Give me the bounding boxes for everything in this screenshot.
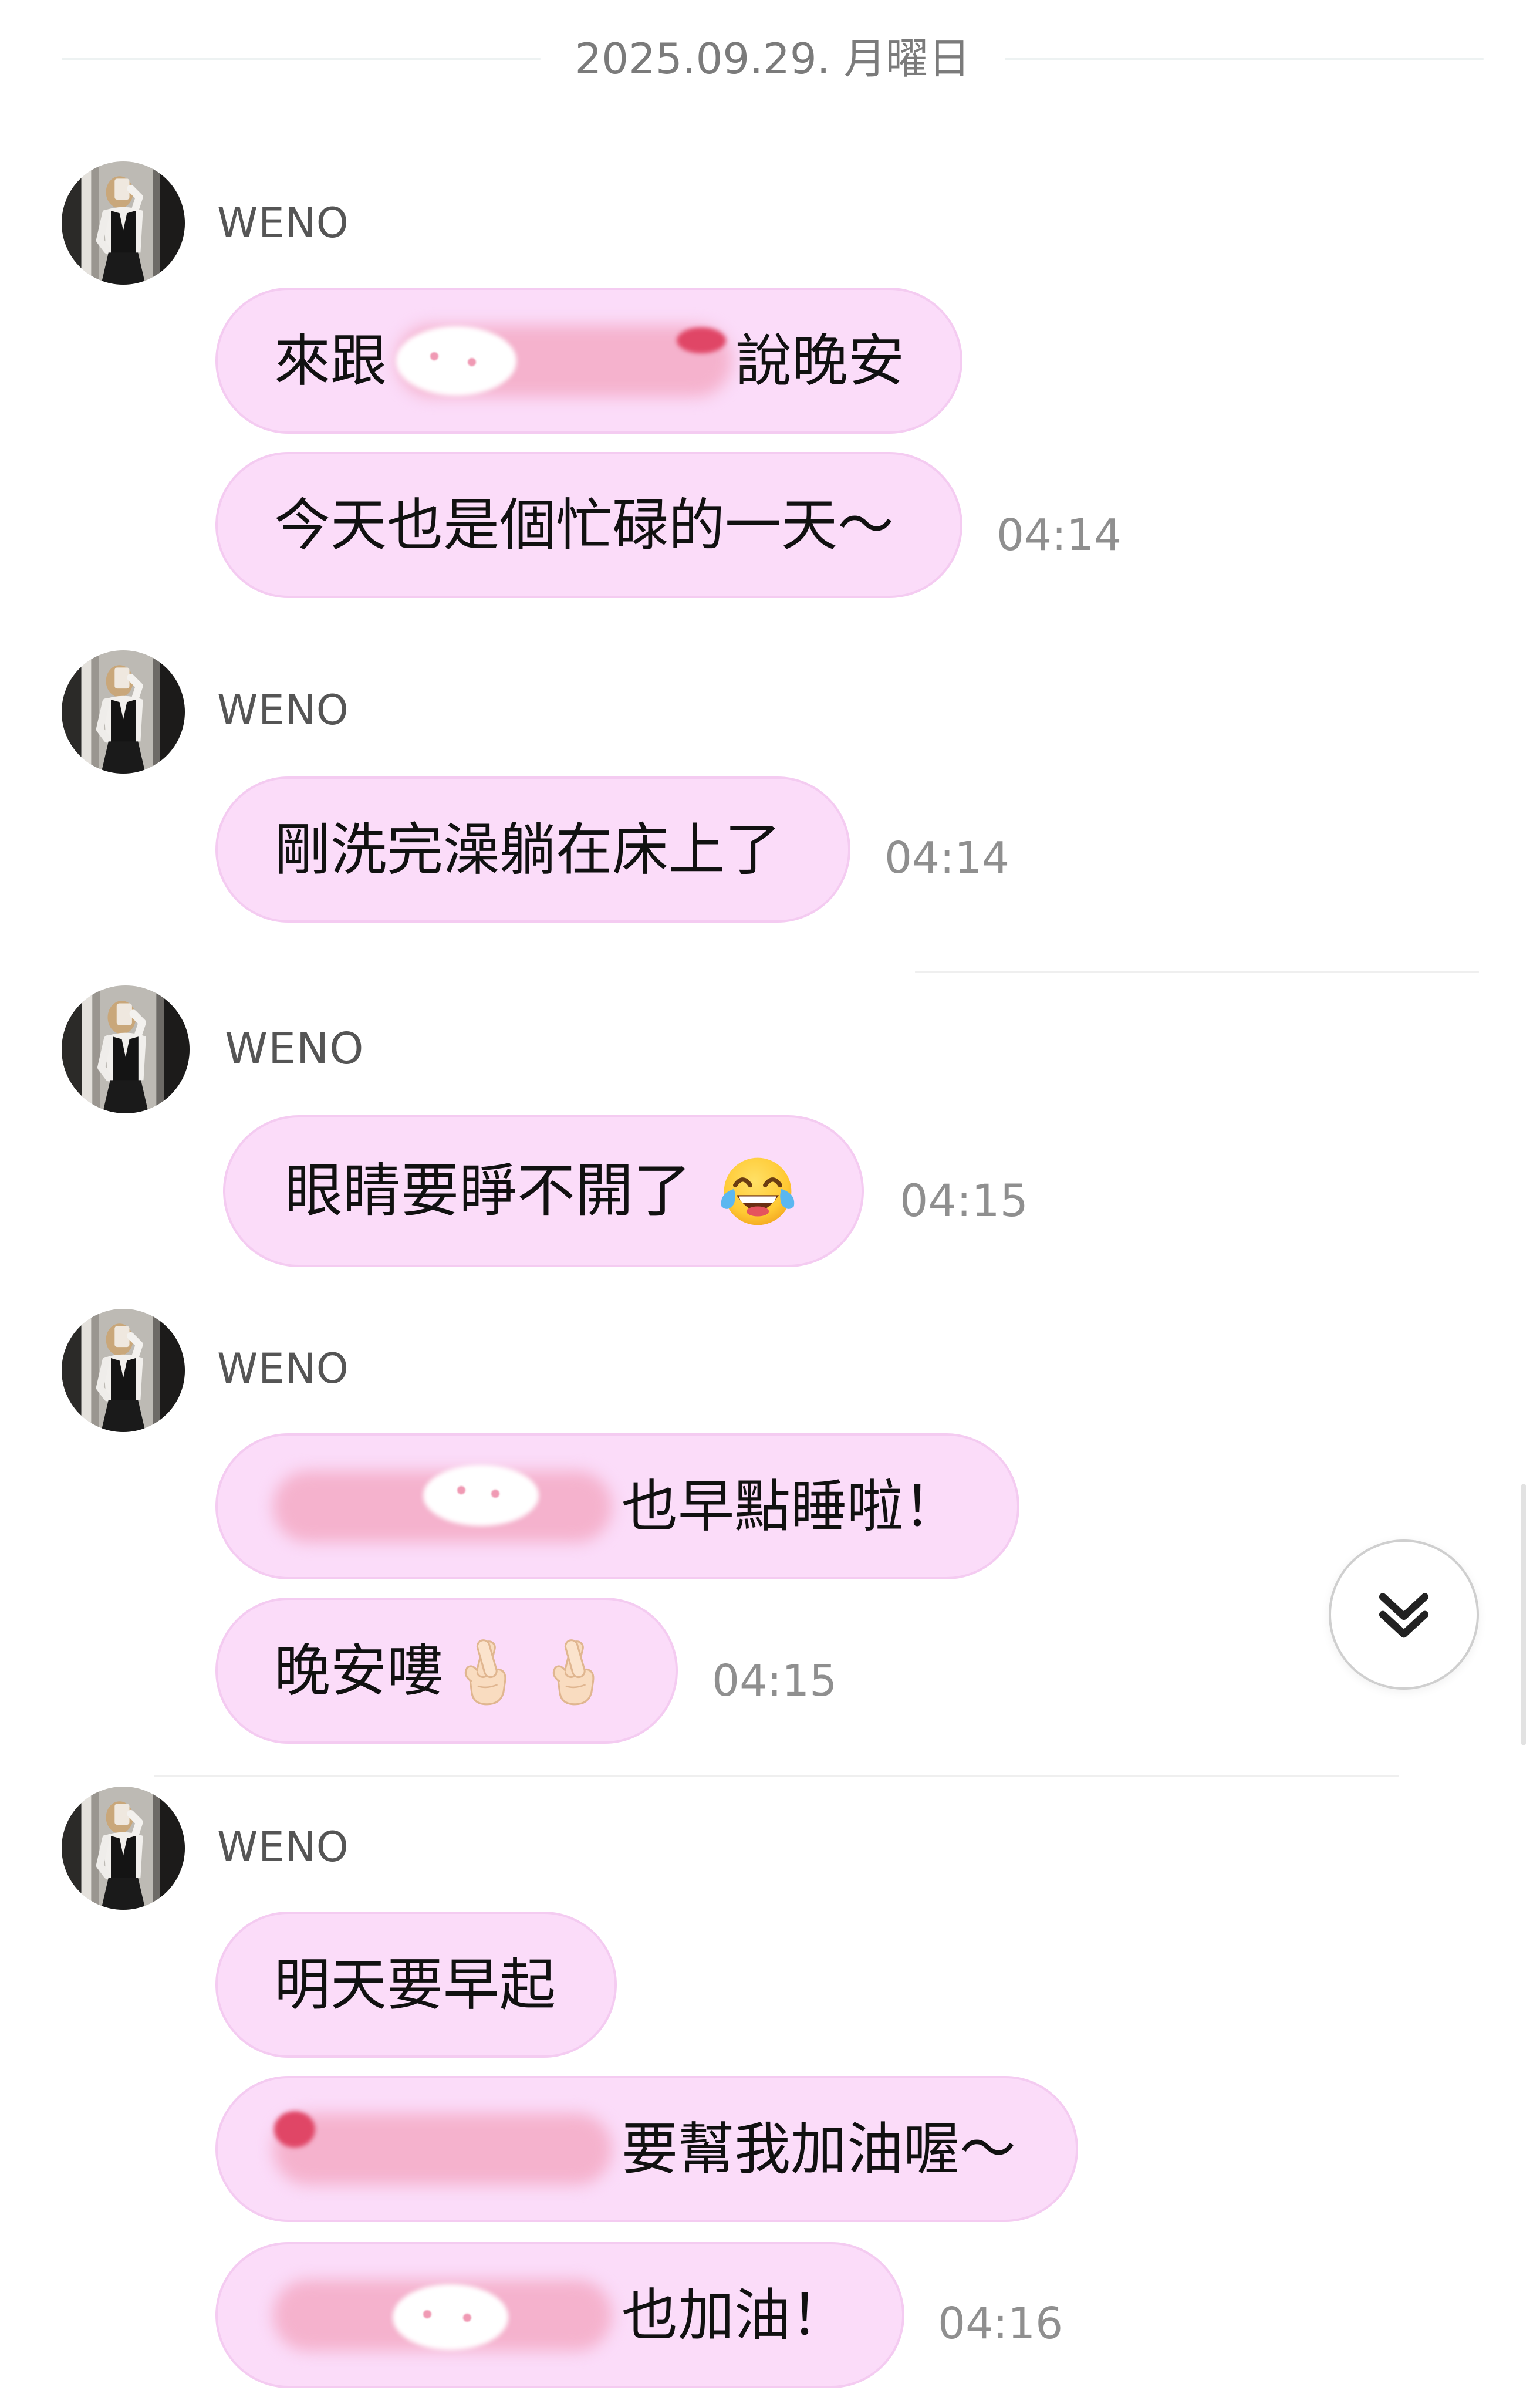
redacted-blur bbox=[393, 317, 735, 405]
message-text: 眼睛要睜不開了 bbox=[285, 1157, 691, 1225]
sticker-dot bbox=[423, 2310, 431, 2318]
divider-line bbox=[154, 1775, 1399, 1777]
sender-name: WENO bbox=[225, 1024, 364, 1074]
scroll-to-bottom-button[interactable] bbox=[1329, 1539, 1479, 1690]
timestamp: 04:16 bbox=[938, 2298, 1063, 2349]
crossed-fingers-icon bbox=[542, 1635, 608, 1707]
date-separator: 2025.09.29. 月曜日 bbox=[62, 36, 1484, 81]
message-text: 說晚安 bbox=[735, 327, 904, 394]
double-chevron-down-icon bbox=[1379, 1593, 1429, 1638]
avatar[interactable] bbox=[62, 1309, 185, 1432]
message-bubble[interactable]: 晚安嘍 bbox=[215, 1598, 678, 1744]
message-text: 要幫我加油喔～ bbox=[622, 2116, 1016, 2182]
face-with-tears-of-joy-icon bbox=[718, 1152, 798, 1231]
red-mark bbox=[274, 2111, 315, 2148]
message-bubble[interactable]: 也加油！ bbox=[215, 2242, 904, 2388]
message-bubble[interactable]: 也早點睡啦！ bbox=[215, 1433, 1019, 1579]
sticker-fragment bbox=[423, 1464, 539, 1526]
sender-name: WENO bbox=[217, 1823, 349, 1871]
message-text: 也早點睡啦！ bbox=[622, 1473, 960, 1539]
sticker-dot bbox=[468, 357, 476, 366]
message-bubble[interactable]: 明天要早起 bbox=[215, 1912, 617, 2058]
timestamp: 04:14 bbox=[997, 510, 1122, 561]
sticker-dot bbox=[463, 2313, 471, 2322]
date-label: 2025.09.29. 月曜日 bbox=[575, 34, 971, 83]
sender-name: WENO bbox=[217, 199, 349, 247]
message-text: 明天要早起 bbox=[274, 1951, 556, 2018]
blur-smear bbox=[273, 2113, 612, 2185]
sticker-dot bbox=[430, 352, 438, 360]
message-text: 今天也是個忙碌的一天～ bbox=[274, 492, 894, 558]
sticker-dot bbox=[457, 1485, 465, 1494]
timestamp: 04:15 bbox=[712, 1656, 837, 1706]
divider-line bbox=[62, 57, 541, 60]
timestamp: 04:14 bbox=[884, 833, 1010, 883]
message-bubble[interactable]: 剛洗完澡躺在床上了 bbox=[215, 776, 850, 923]
sticker-fragment bbox=[396, 326, 516, 396]
message-text: 也加油！ bbox=[622, 2282, 847, 2348]
red-mark bbox=[677, 327, 726, 353]
message-bubble[interactable]: 今天也是個忙碌的一天～ bbox=[215, 452, 962, 598]
chat-view: 2025.09.29. 月曜日 WENO 來跟 說晚安 今天也是個忙碌的一天～ … bbox=[0, 0, 1540, 2404]
sender-name: WENO bbox=[217, 1345, 349, 1393]
sender-name: WENO bbox=[217, 686, 349, 734]
redacted-blur bbox=[269, 2105, 616, 2193]
message-text: 剛洗完澡躺在床上了 bbox=[274, 816, 781, 883]
message-bubble[interactable]: 來跟 說晚安 bbox=[215, 288, 962, 434]
avatar[interactable] bbox=[62, 650, 185, 774]
message-text: 晚安嘍 bbox=[274, 1637, 443, 1704]
divider-line bbox=[915, 971, 1479, 973]
timestamp: 04:15 bbox=[900, 1174, 1029, 1227]
redacted-blur bbox=[269, 1463, 616, 1551]
crossed-fingers-icon bbox=[454, 1635, 520, 1707]
redacted-blur bbox=[269, 2271, 616, 2359]
avatar[interactable] bbox=[62, 161, 185, 285]
avatar[interactable] bbox=[62, 985, 190, 1113]
avatar[interactable] bbox=[62, 1787, 185, 1910]
message-bubble[interactable]: 要幫我加油喔～ bbox=[215, 2076, 1078, 2222]
message-bubble[interactable]: 眼睛要睜不開了 bbox=[223, 1115, 864, 1267]
scrollbar-thumb[interactable] bbox=[1521, 1484, 1526, 1745]
sticker-dot bbox=[491, 1489, 499, 1498]
divider-line bbox=[1004, 57, 1484, 60]
sticker-fragment bbox=[393, 2284, 508, 2350]
message-text: 來跟 bbox=[274, 327, 387, 394]
